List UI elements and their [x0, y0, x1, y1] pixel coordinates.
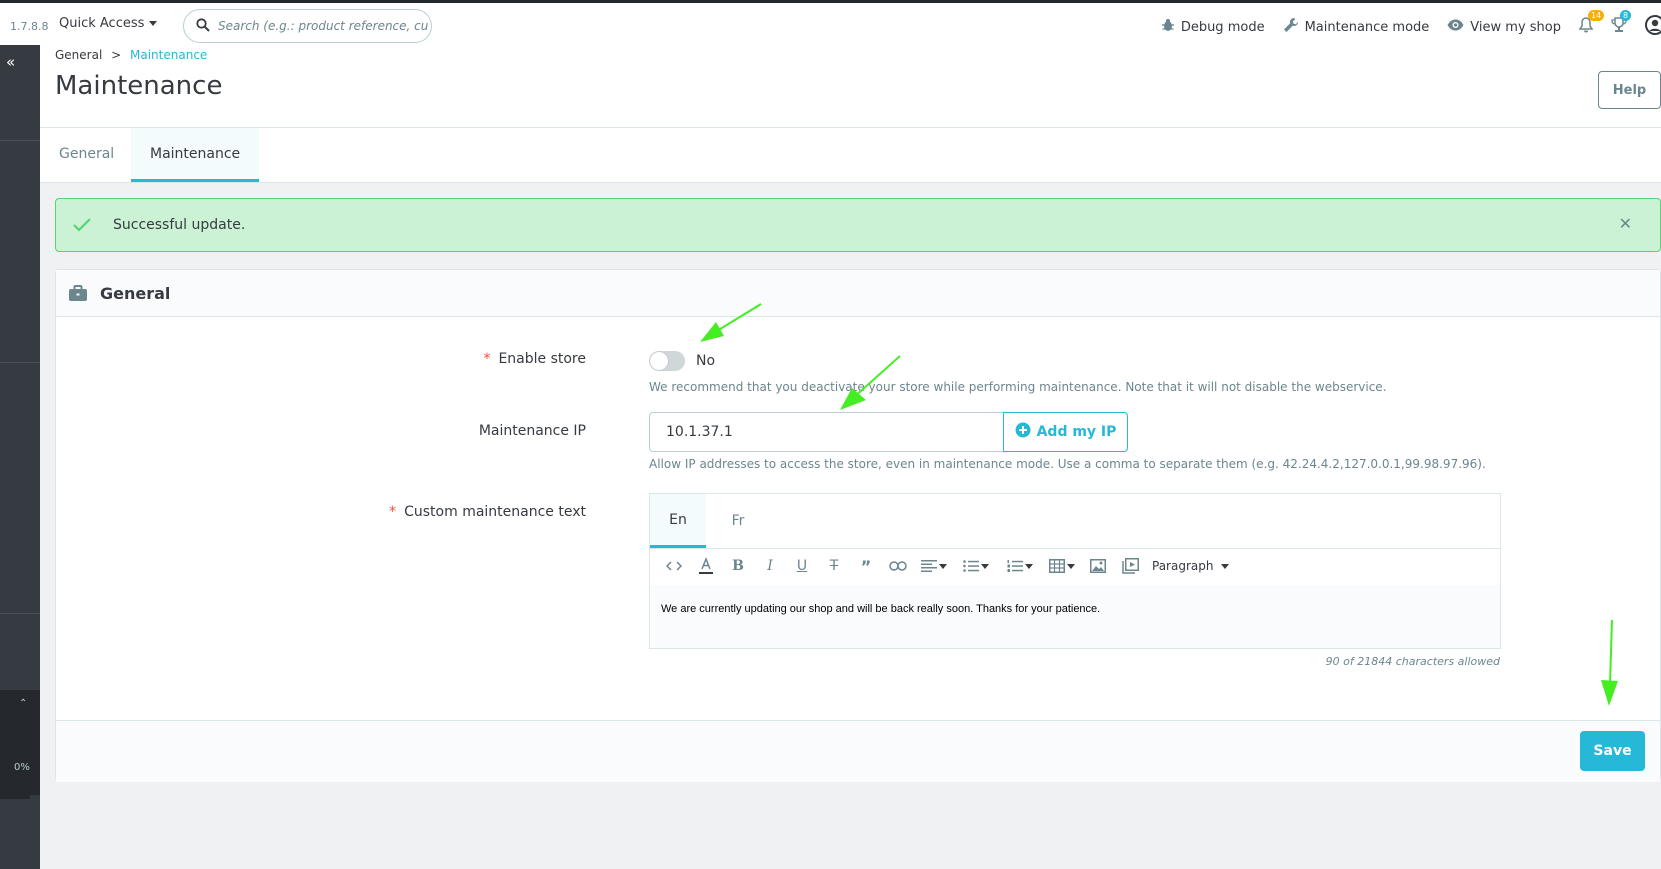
editor-toolbar: B I U T ” Paragraph: [650, 548, 1500, 584]
notifications-badge: 14: [1588, 10, 1605, 21]
view-shop-label: View my shop: [1470, 19, 1561, 35]
search-icon[interactable]: [196, 17, 210, 36]
search-input[interactable]: [216, 18, 430, 34]
collapse-sidebar-icon[interactable]: «: [6, 53, 15, 71]
blockquote-icon[interactable]: ”: [850, 552, 882, 580]
align-icon[interactable]: [914, 552, 954, 580]
caret-down-icon: [981, 563, 989, 569]
required-marker: *: [389, 504, 397, 520]
general-card: General * Enable store No We recommend th…: [55, 269, 1661, 782]
editor-content[interactable]: We are currently updating our shop and w…: [650, 585, 1500, 648]
onboarding-progress: 0%: [14, 762, 30, 773]
bold-icon[interactable]: B: [722, 552, 754, 580]
close-icon[interactable]: ✕: [1619, 214, 1632, 233]
format-select-label: Paragraph: [1152, 559, 1214, 573]
custom-text-label: * Custom maintenance text: [56, 504, 586, 520]
page-header: General > Maintenance Maintenance Help: [40, 45, 1661, 128]
help-button[interactable]: Help: [1598, 71, 1661, 109]
caret-down-icon: [149, 21, 158, 26]
card-header: General: [56, 270, 1660, 317]
enable-store-label-text: Enable store: [498, 351, 586, 367]
language-tabs: En Fr: [650, 494, 1500, 549]
tab-general[interactable]: General: [40, 128, 133, 180]
plus-circle-icon: [1015, 422, 1031, 442]
format-select[interactable]: Paragraph: [1152, 559, 1230, 573]
check-icon: [73, 218, 91, 232]
tab-maintenance[interactable]: Maintenance: [131, 128, 260, 182]
card-footer: Save: [56, 720, 1660, 782]
wrench-icon: [1283, 17, 1299, 37]
caret-down-icon: [1025, 563, 1033, 569]
switch-knob: [650, 352, 668, 370]
briefcase-icon: [68, 284, 88, 302]
debug-mode-link[interactable]: Debug mode: [1161, 18, 1265, 36]
enable-store-value: No: [696, 353, 716, 369]
underline-icon[interactable]: U: [786, 552, 818, 580]
link-icon[interactable]: [882, 552, 914, 580]
required-marker: *: [483, 351, 491, 367]
chevron-up-icon[interactable]: ⌃: [19, 698, 27, 709]
maintenance-ip-label: Maintenance IP: [478, 423, 586, 439]
breadcrumb: General > Maintenance: [55, 48, 207, 62]
debug-mode-label: Debug mode: [1180, 19, 1265, 35]
image-icon[interactable]: [1082, 552, 1114, 580]
save-button[interactable]: Save: [1580, 731, 1645, 771]
italic-icon[interactable]: I: [754, 552, 786, 580]
maintenance-ip-input[interactable]: [649, 412, 1004, 452]
add-my-ip-label: Add my IP: [1036, 424, 1117, 440]
view-shop-link[interactable]: View my shop: [1447, 19, 1561, 35]
add-my-ip-button[interactable]: Add my IP: [1003, 412, 1128, 452]
sidebar-onboarding: ⌃: [0, 690, 40, 795]
lang-tab-fr[interactable]: Fr: [710, 494, 766, 548]
enable-store-label: * Enable store: [56, 351, 586, 367]
caret-down-icon: [939, 563, 947, 569]
lang-tab-en[interactable]: En: [650, 494, 706, 548]
media-icon[interactable]: [1114, 552, 1146, 580]
search-box: [183, 9, 432, 43]
enable-store-switch[interactable]: [649, 351, 685, 371]
text-color-icon[interactable]: [690, 552, 722, 580]
eye-icon: [1447, 19, 1464, 35]
orders-trophy[interactable]: 8: [1611, 10, 1632, 37]
bug-icon: [1161, 18, 1175, 36]
custom-text-label-text: Custom maintenance text: [404, 504, 586, 520]
sidebar-divider: [0, 613, 40, 614]
quick-access-dropdown[interactable]: Quick Access: [59, 16, 158, 31]
version-label: 1.7.8.8: [10, 20, 49, 33]
user-avatar-icon[interactable]: [1645, 15, 1661, 39]
alert-message: Successful update.: [113, 217, 246, 233]
maintenance-mode-label: Maintenance mode: [1304, 19, 1430, 35]
success-alert: Successful update. ✕: [55, 198, 1661, 252]
numbered-list-icon[interactable]: [998, 552, 1042, 580]
orders-badge: 8: [1620, 10, 1632, 21]
page-title: Maintenance: [55, 71, 223, 101]
breadcrumb-parent[interactable]: General: [55, 48, 102, 62]
table-icon[interactable]: [1042, 552, 1082, 580]
strikethrough-icon[interactable]: T: [818, 552, 850, 580]
notifications-bell[interactable]: 14: [1578, 10, 1605, 37]
bullet-list-icon[interactable]: [954, 552, 998, 580]
maintenance-mode-link[interactable]: Maintenance mode: [1283, 17, 1430, 37]
top-right-actions: Debug mode Maintenance mode View my shop…: [1161, 10, 1661, 39]
source-code-icon[interactable]: [658, 552, 690, 580]
page-tabs: General Maintenance: [40, 128, 1661, 183]
sidebar-divider: [0, 140, 40, 141]
top-bar: 1.7.8.8 Quick Access Debug mode Maintena…: [0, 0, 1661, 45]
caret-down-icon: [1221, 563, 1230, 569]
maintenance-ip-help: Allow IP addresses to access the store, …: [649, 457, 1486, 471]
sidebar-divider: [0, 362, 40, 363]
quick-access-label: Quick Access: [59, 16, 145, 31]
enable-store-help: We recommend that you deactivate your st…: [649, 380, 1387, 394]
character-counter: 90 of 21844 characters allowed: [1325, 655, 1500, 668]
rich-text-editor: En Fr B I U T ” Paragraph We are current…: [649, 493, 1501, 649]
breadcrumb-separator: >: [111, 48, 122, 62]
card-title: General: [100, 283, 171, 303]
sidebar: « ⌃ 0%: [0, 45, 40, 869]
caret-down-icon: [1067, 563, 1075, 569]
onboarding-progress-bar: [0, 791, 30, 799]
breadcrumb-current[interactable]: Maintenance: [130, 48, 207, 62]
